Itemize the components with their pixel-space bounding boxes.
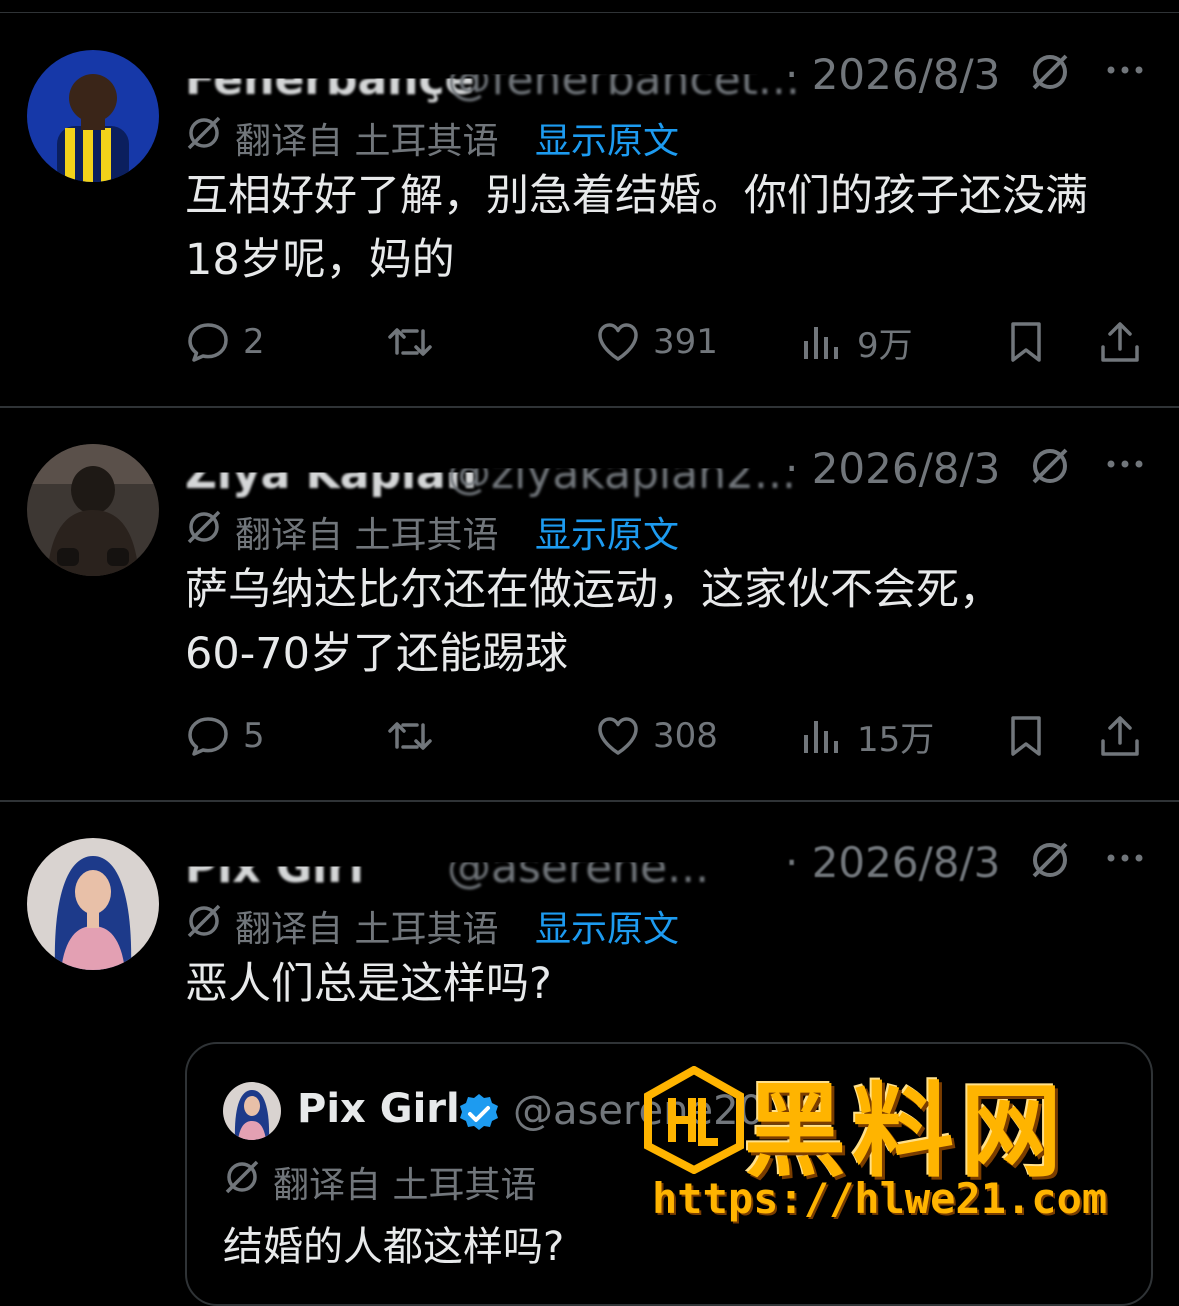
action-bar: 2 391 9万 <box>185 316 1155 368</box>
avatar[interactable] <box>27 838 159 970</box>
tweet-text: 恶人们总是这样吗? <box>185 952 1155 1016</box>
grok-icon[interactable] <box>1028 444 1072 488</box>
tweet-date[interactable]: · 2026/8/3 <box>785 444 1000 493</box>
reply-button[interactable]: 5 <box>185 710 265 762</box>
show-original-link[interactable]: 显示原文 <box>535 900 679 952</box>
view-count: 9万 <box>857 325 913 366</box>
tweet-text-line: 18岁呢，妈的 <box>185 235 455 285</box>
like-button[interactable]: 308 <box>595 710 718 762</box>
grok-icon[interactable] <box>1028 50 1072 94</box>
tweet-text-line: 60-70岁了还能踢球 <box>185 629 568 679</box>
like-icon <box>598 717 638 755</box>
like-icon <box>598 323 638 361</box>
tweet-text: 互相好好了解，别急着结婚。你们的孩子还没满 18岁呢，妈的 <box>185 164 1155 292</box>
tweet-divider <box>0 406 1179 408</box>
share-icon <box>1101 716 1139 756</box>
user-handle[interactable]: @aserene... <box>447 862 709 893</box>
translated-from-label: 翻译自 土耳其语 <box>235 909 499 950</box>
translated-from-label: 翻译自 土耳其语 <box>235 121 499 162</box>
tweet-text-line: 恶人们总是这样吗? <box>185 959 552 1009</box>
watermark: 黑料网 https://hlwe21.com <box>640 1058 1160 1228</box>
retweet-icon <box>388 328 432 356</box>
translate-icon <box>185 902 223 940</box>
reply-count: 2 <box>243 322 265 362</box>
tweet-1[interactable]: Fenerbahçe @fenerbahcet... · 2026/8/3 翻译… <box>0 50 1179 406</box>
tweet-2[interactable]: Ziya Kaplan @ziyakaplan2... · 2026/8/3 翻… <box>0 444 1179 800</box>
tweet-divider <box>0 800 1179 802</box>
reply-count: 5 <box>243 716 265 756</box>
translate-icon <box>185 114 223 152</box>
quoted-tweet-text: 结婚的人都这样吗? <box>223 1224 565 1270</box>
share-icon <box>1101 322 1139 362</box>
bookmark-button[interactable] <box>1003 710 1049 762</box>
user-handle[interactable]: @ziyakaplan2... <box>447 468 796 499</box>
avatar[interactable] <box>27 444 159 576</box>
views-icon <box>804 721 838 753</box>
tweet-header: Ziya Kaplan @ziyakaplan2... · 2026/8/3 <box>185 444 1165 506</box>
retweet-button[interactable] <box>387 316 433 368</box>
like-button[interactable]: 391 <box>595 316 718 368</box>
show-original-link[interactable]: 显示原文 <box>535 112 679 164</box>
translated-from-label: 翻译自 土耳其语 <box>273 1165 537 1206</box>
views-icon <box>804 327 838 359</box>
like-count: 391 <box>653 322 718 362</box>
watermark-logo-icon <box>640 1065 748 1175</box>
user-handle[interactable]: @fenerbahcet... <box>447 74 800 105</box>
retweet-button[interactable] <box>387 710 433 762</box>
watermark-url: https://hlwe21.com <box>652 1174 1108 1223</box>
view-count: 15万 <box>857 719 935 760</box>
bookmark-icon <box>1011 322 1041 362</box>
bookmark-icon <box>1011 716 1041 756</box>
more-icon[interactable] <box>1103 50 1147 94</box>
display-name[interactable]: Ziya Kaplan <box>185 472 477 499</box>
share-button[interactable] <box>1097 316 1143 368</box>
display-name[interactable]: Pix Girl <box>185 866 364 893</box>
translate-icon <box>223 1158 261 1196</box>
reply-icon <box>188 717 228 756</box>
tweet-date[interactable]: · 2026/8/3 <box>785 50 1000 99</box>
grok-icon[interactable] <box>1028 838 1072 882</box>
retweet-icon <box>388 722 432 750</box>
quoted-avatar[interactable] <box>223 1082 281 1140</box>
tweet-text: 萨乌纳达比尔还在做运动，这家伙不会死， 60-70岁了还能踢球 <box>185 558 1155 686</box>
translate-icon <box>185 508 223 546</box>
tweet-date[interactable]: · 2026/8/3 <box>785 838 1000 887</box>
bookmark-button[interactable] <box>1003 316 1049 368</box>
more-icon[interactable] <box>1103 838 1147 882</box>
reply-button[interactable]: 2 <box>185 316 265 368</box>
display-name[interactable]: Fenerbahçe <box>185 78 474 105</box>
tweet-header: Pix Girl @aserene... · 2026/8/3 <box>185 838 1165 900</box>
more-icon[interactable] <box>1103 444 1147 488</box>
share-button[interactable] <box>1097 710 1143 762</box>
reply-icon <box>188 323 228 362</box>
views-button[interactable]: 15万 <box>799 710 934 762</box>
tweet-text-line: 互相好好了解，别急着结婚。你们的孩子还没满 <box>185 171 1088 221</box>
tweet-text-line: 萨乌纳达比尔还在做运动，这家伙不会死， <box>185 565 1002 615</box>
show-original-link[interactable]: 显示原文 <box>535 506 679 558</box>
views-button[interactable]: 9万 <box>799 316 913 368</box>
avatar[interactable] <box>27 50 159 182</box>
quoted-display-name[interactable]: Pix Girl <box>297 1086 460 1132</box>
like-count: 308 <box>653 716 718 756</box>
action-bar: 5 308 15万 <box>185 710 1155 762</box>
tweet-header: Fenerbahçe @fenerbahcet... · 2026/8/3 <box>185 50 1165 112</box>
verified-icon <box>457 1092 501 1136</box>
translated-from-label: 翻译自 土耳其语 <box>235 515 499 556</box>
top-divider <box>0 12 1179 13</box>
